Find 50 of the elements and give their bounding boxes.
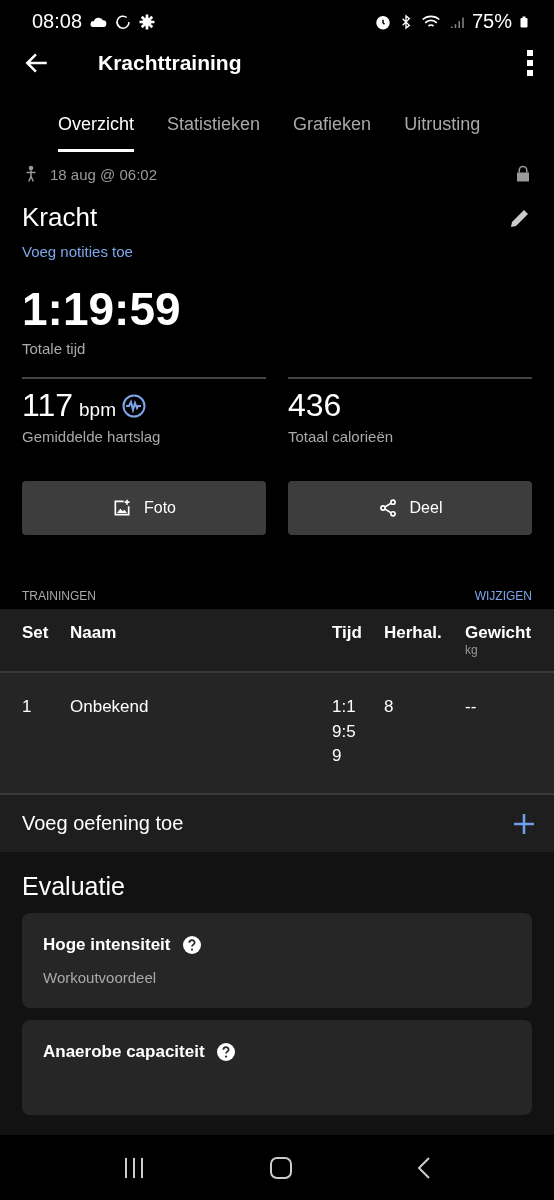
- column-unit: kg: [465, 643, 479, 658]
- evaluation-card[interactable]: Hoge intensiteit Workoutvoordeel: [22, 913, 532, 1008]
- table-cell: 1: [22, 697, 32, 717]
- stat-unit: bpm: [79, 399, 116, 422]
- tab[interactable]: Overzicht: [58, 114, 135, 153]
- tab[interactable]: Statistieken: [167, 114, 261, 153]
- stat-label: Totaal calorieën: [288, 428, 395, 446]
- help-icon[interactable]: [216, 1043, 235, 1061]
- more-icon[interactable]: [526, 49, 534, 76]
- stat-label: Gemiddelde hartslag: [22, 428, 162, 446]
- page-title: Krachttraining: [98, 50, 242, 75]
- card-subtitle: Workoutvoordeel: [43, 969, 158, 986]
- stat-value: 436: [288, 387, 342, 425]
- lock-icon: [514, 164, 532, 185]
- total-time-label: Totale tijd: [21, 339, 87, 358]
- status-time: 08:08: [32, 10, 83, 34]
- table-cell-text: 1:19:59: [332, 696, 357, 768]
- card-title: Anaerobe capaciteit: [43, 1042, 205, 1062]
- stat-value: 117: [22, 387, 73, 425]
- activity-date: 18 aug @ 06:02: [50, 165, 157, 183]
- table-cell: 8: [384, 697, 394, 717]
- evaluation-card[interactable]: Anaerobe capaciteit: [22, 1020, 532, 1115]
- home-icon[interactable]: [270, 1156, 292, 1179]
- section-heading: TRAININGEN: [22, 589, 96, 604]
- column-header: Naam: [70, 623, 118, 644]
- tab[interactable]: Uitrusting: [404, 114, 481, 153]
- column-header: Herhal.: [384, 623, 443, 644]
- activity-name: Kracht: [22, 202, 98, 234]
- battery-percentage: 75%: [471, 10, 512, 34]
- back-nav-icon[interactable]: [417, 1156, 432, 1179]
- photo-button[interactable]: Foto: [22, 481, 266, 536]
- section-title: Evaluatie: [22, 872, 126, 901]
- tab[interactable]: Grafieken: [293, 114, 372, 153]
- help-icon[interactable]: [182, 936, 201, 954]
- add-image-icon: [112, 498, 132, 519]
- column-header: Gewicht: [465, 623, 533, 644]
- heart-rate-icon[interactable]: [122, 393, 146, 418]
- add-notes-link[interactable]: Voeg notities toe: [0, 233, 554, 261]
- column-header: Set: [22, 623, 50, 644]
- column-header: Tijd: [332, 623, 363, 644]
- add-exercise-label: Voeg oefening toe: [22, 812, 184, 836]
- recent-apps-icon[interactable]: [122, 1157, 145, 1178]
- total-time: 1:19:59: [21, 282, 182, 337]
- table-cell: Onbekend: [70, 697, 149, 717]
- card-title: Hoge intensiteit: [43, 935, 171, 955]
- share-icon: [377, 498, 398, 519]
- table-cell: --: [465, 697, 477, 717]
- share-button[interactable]: Deel: [288, 481, 532, 536]
- add-icon[interactable]: [514, 813, 534, 834]
- edit-link[interactable]: WIJZIGEN: [474, 589, 532, 604]
